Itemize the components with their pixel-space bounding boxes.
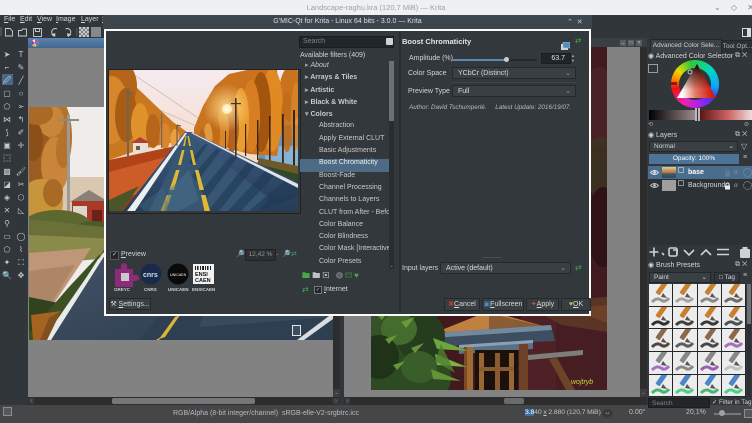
svg-text:CNRS: CNRS <box>144 287 157 292</box>
svg-text:UNICAEN: UNICAEN <box>170 273 187 277</box>
svg-text:CAEN: CAEN <box>195 278 211 284</box>
svg-text:wojtryb: wojtryb <box>571 379 593 386</box>
svg-text:ENSICAEN: ENSICAEN <box>192 287 215 292</box>
svg-text:UNICAEN: UNICAEN <box>168 287 189 292</box>
svg-text:GREYC: GREYC <box>114 287 131 292</box>
svg-text:cnrs: cnrs <box>143 272 158 279</box>
